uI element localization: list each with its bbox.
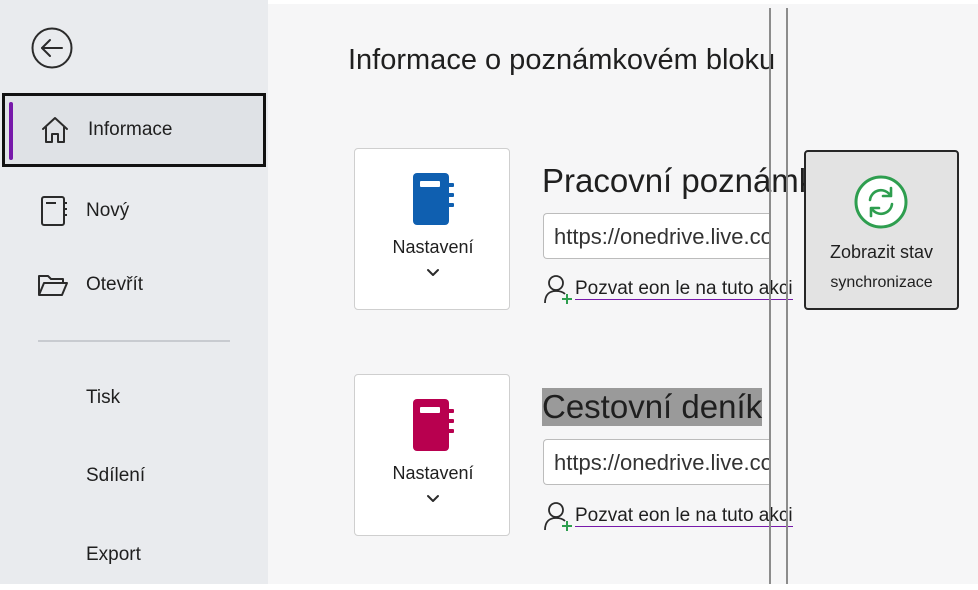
notebook-url: https://onedrive.live.com (554, 224, 771, 249)
sidebar-item-export[interactable]: Export (0, 520, 268, 590)
notebook-url-field[interactable]: https://onedrive.live.com (543, 439, 771, 485)
chevron-down-icon (427, 269, 439, 276)
notebook-icon (413, 173, 454, 225)
sidebar: Informace Nový Otevřít Tisk Sdílení Expo… (0, 0, 268, 584)
sidebar-divider (38, 340, 230, 342)
sidebar-item-label: Informace (88, 119, 173, 140)
invite-label: Pozvat eon le na tuto akci (575, 505, 793, 527)
page-title: Informace o poznámkovém bloku (348, 44, 776, 76)
main-top-band (268, 0, 978, 4)
notebook-url: https://onedrive.live.com (554, 450, 771, 475)
home-icon (42, 117, 68, 143)
sidebar-item-label: Sdílení (86, 465, 146, 486)
sync-label-line1: Zobrazit stav (829, 242, 934, 262)
notebook-name: Cestovní deník (542, 388, 763, 426)
notebook-name: Pracovní poznámka (542, 162, 834, 199)
notebook-settings-button[interactable]: Nastavení (354, 148, 510, 310)
add-person-icon (544, 275, 572, 304)
notebook-icon (413, 399, 454, 451)
invite-label: Pozvat eon le na tuto akci (575, 278, 793, 300)
settings-label: Nastavení (392, 237, 474, 257)
sidebar-item-tisk[interactable]: Tisk (0, 363, 268, 433)
sidebar-item-label: Export (86, 544, 141, 565)
column-divider (786, 8, 788, 584)
sync-icon (854, 175, 908, 229)
sidebar-item-novy[interactable]: Nový (0, 176, 268, 246)
back-button[interactable] (30, 26, 74, 70)
sidebar-item-sdileni[interactable]: Sdílení (0, 441, 268, 511)
sidebar-item-otevrit[interactable]: Otevřít (0, 250, 268, 320)
new-notebook-icon (41, 196, 67, 226)
column-divider (769, 8, 771, 584)
notebook-settings-button[interactable]: Nastavení (354, 374, 510, 536)
sidebar-item-label: Otevřít (86, 274, 144, 295)
folder-open-icon (38, 275, 68, 296)
sync-status-button[interactable]: Zobrazit stav synchronizace (804, 150, 959, 310)
add-person-icon (544, 502, 572, 531)
notebook-url-field[interactable]: https://onedrive.live.com (543, 213, 771, 259)
chevron-down-icon (427, 495, 439, 502)
back-arrow-icon (31, 27, 73, 69)
settings-label: Nastavení (392, 463, 474, 483)
sync-label-line2: synchronizace (830, 274, 933, 291)
sidebar-item-label: Nový (86, 200, 130, 221)
sidebar-item-informace[interactable]: Informace (2, 93, 266, 167)
sidebar-item-label: Tisk (86, 387, 121, 408)
